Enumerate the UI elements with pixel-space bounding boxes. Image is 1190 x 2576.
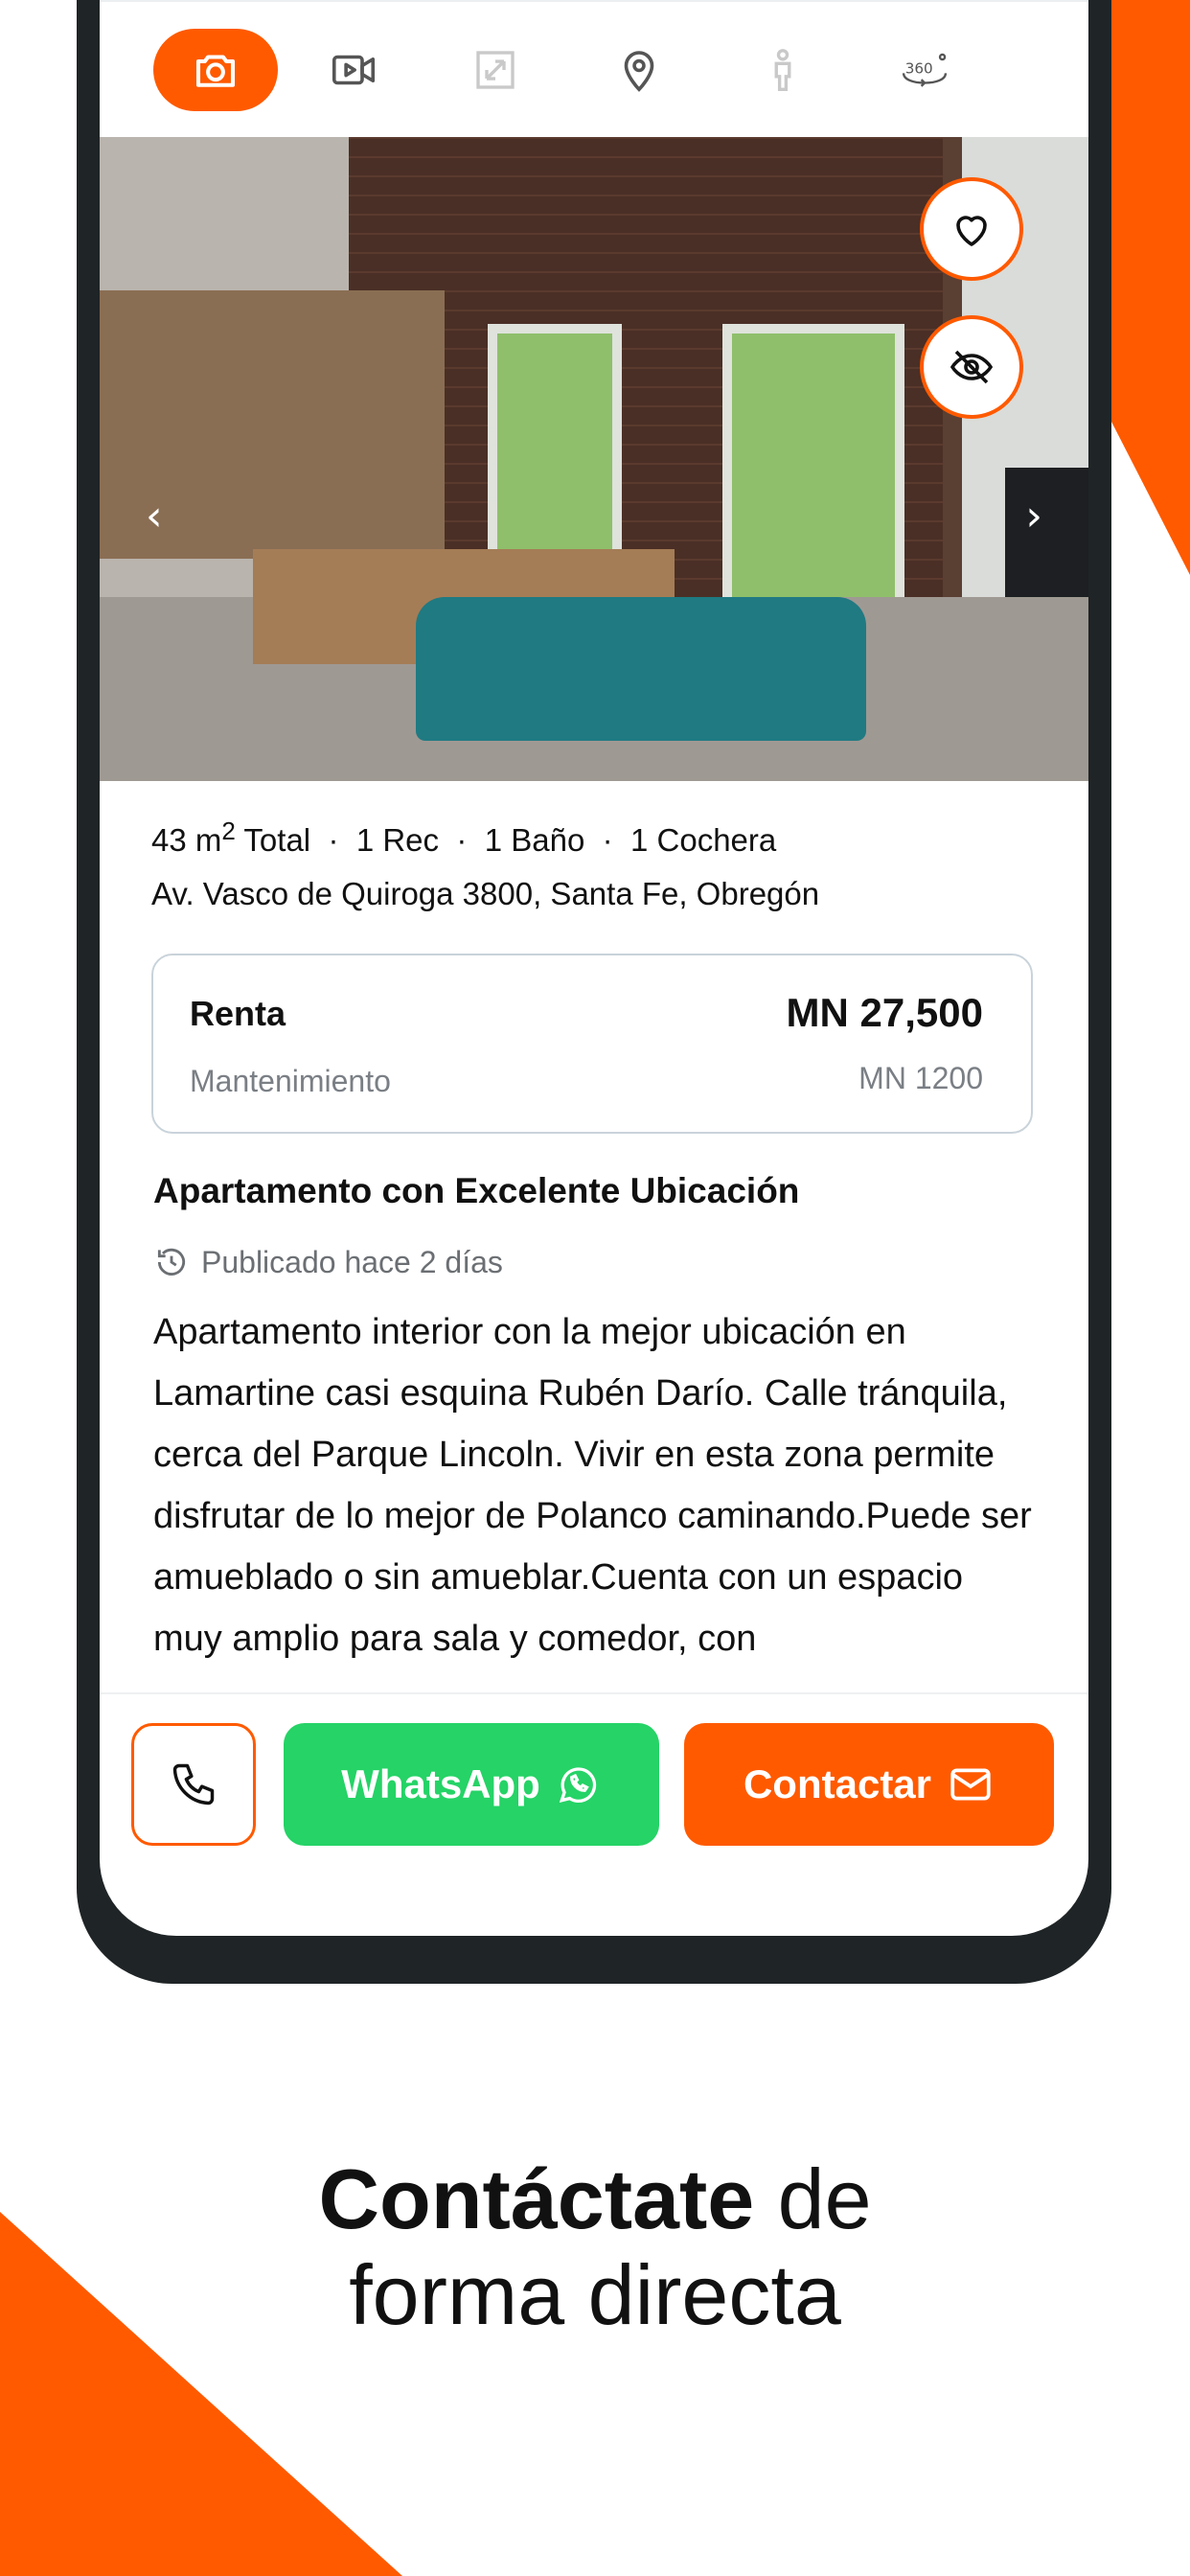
- separator: ·: [456, 822, 468, 858]
- tab-plans[interactable]: [433, 29, 558, 111]
- phone-icon: [172, 1763, 215, 1806]
- favorite-button[interactable]: [920, 177, 1023, 281]
- address: Av. Vasco de Quiroga 3800, Santa Fe, Obr…: [151, 876, 820, 911]
- tab-video[interactable]: [291, 29, 416, 111]
- camera-icon: [195, 55, 236, 87]
- whatsapp-label: WhatsApp: [341, 1761, 540, 1806]
- 360-icon: 360: [902, 53, 948, 87]
- area-unit-sup: 2: [221, 816, 236, 845]
- eye-off-icon: [950, 350, 994, 384]
- tab-photos[interactable]: [153, 29, 278, 111]
- heart-icon: [956, 216, 987, 246]
- photo-sofa: [416, 597, 866, 741]
- location-pin-icon: [624, 51, 654, 92]
- history-icon: [157, 1248, 186, 1276]
- property-specs: 43 m2 Total · 1 Rec · 1 Baño · 1 Cochera: [151, 816, 776, 859]
- rooms: 1 Rec: [355, 822, 440, 858]
- separator: ·: [328, 822, 339, 858]
- person-icon: [774, 49, 791, 91]
- whatsapp-icon: [559, 1767, 596, 1804]
- separator: ·: [602, 822, 613, 858]
- area-value: 43 m: [151, 822, 222, 858]
- svg-text:360: 360: [905, 59, 933, 77]
- tagline: Contáctate de forma directa: [0, 2151, 1190, 2343]
- parking: 1 Cochera: [630, 822, 777, 858]
- baths: 1 Baño: [484, 822, 585, 858]
- area-label: Total: [235, 822, 311, 858]
- maintenance-label: Mantenimiento: [190, 1064, 391, 1098]
- published-text: Publicado hace 2 días: [201, 1244, 503, 1279]
- whatsapp-button[interactable]: WhatsApp: [284, 1723, 659, 1846]
- chevron-right-icon[interactable]: ›: [1025, 492, 1042, 540]
- divider: [100, 0, 1088, 2]
- price-value: MN 27,500: [786, 990, 983, 1035]
- mail-icon: [950, 1768, 991, 1801]
- phone-frame: 360 ‹ › 43 m2 Total · 1 Rec · 1 Baño · 1…: [77, 0, 1111, 1984]
- video-icon: [332, 55, 376, 85]
- tagline-line2: forma directa: [349, 2247, 841, 2342]
- phone-screen: 360 ‹ › 43 m2 Total · 1 Rec · 1 Baño · 1…: [100, 0, 1088, 1936]
- media-tabs: 360: [100, 29, 1088, 139]
- tagline-rest: de: [754, 2151, 872, 2246]
- tab-street-view[interactable]: [721, 29, 845, 111]
- property-photo[interactable]: ‹ ›: [100, 137, 1088, 781]
- contact-button[interactable]: Contactar: [684, 1723, 1054, 1846]
- tagline-bold: Contáctate: [318, 2151, 755, 2246]
- published-date: Publicado hace 2 días: [153, 1244, 503, 1280]
- listing-description: Apartamento interior con la mejor ubicac…: [153, 1312, 1032, 1659]
- contact-bar: WhatsApp Contactar: [100, 1692, 1088, 1867]
- call-button[interactable]: [131, 1723, 256, 1846]
- tab-map[interactable]: [577, 29, 701, 111]
- decorative-orange-shape-top: [1111, 0, 1190, 575]
- contact-label: Contactar: [743, 1761, 932, 1806]
- price-card: Renta MN 27,500 Mantenimiento MN 1200: [151, 954, 1033, 1134]
- expand-icon: [476, 51, 515, 89]
- tab-360[interactable]: 360: [862, 29, 987, 111]
- chevron-left-icon[interactable]: ‹: [146, 492, 163, 540]
- maintenance-value: MN 1200: [858, 1061, 983, 1095]
- listing-title: Apartamento con Excelente Ubicación: [153, 1171, 800, 1210]
- hide-button[interactable]: [920, 315, 1023, 419]
- price-label: Renta: [190, 994, 286, 1033]
